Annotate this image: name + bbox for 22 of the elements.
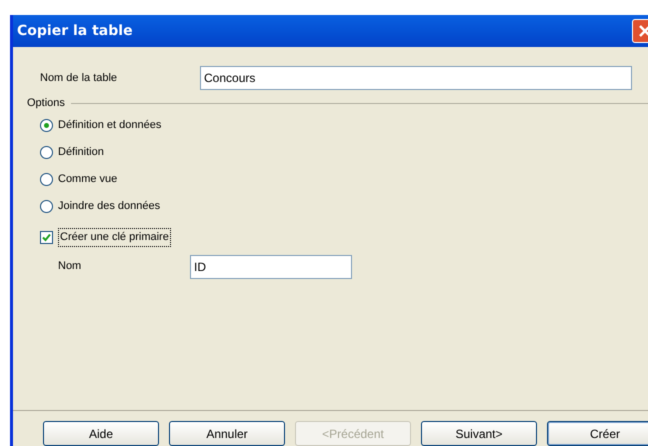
radio-label: Joindre des données: [58, 199, 160, 214]
radio-button[interactable]: [40, 173, 53, 186]
checkbox-label: Créer une clé primaire: [58, 228, 171, 247]
close-icon: [639, 25, 648, 37]
radio-button[interactable]: [40, 146, 53, 159]
radio-label: Comme vue: [58, 172, 118, 188]
radio-button[interactable]: [40, 119, 53, 132]
dialog-button[interactable]: Aide: [43, 421, 159, 446]
dialog-button[interactable]: Créer: [547, 421, 648, 446]
key-name-field[interactable]: ID: [190, 254, 352, 278]
radio-button[interactable]: [40, 200, 53, 213]
radio-label: Définition: [58, 145, 104, 160]
radio-label: Définition et données: [58, 118, 162, 134]
table-name-label: Nom de la table: [40, 70, 118, 86]
table-name-field[interactable]: Concours: [200, 66, 632, 90]
checkbox[interactable]: [40, 231, 53, 244]
window-title: Copier la table: [17, 22, 133, 40]
options-label: Options: [27, 96, 65, 111]
dialog-button[interactable]: Annuler: [169, 421, 285, 446]
key-name-label: Nom: [58, 259, 82, 274]
check-icon: [42, 233, 51, 242]
dialog-button[interactable]: Suivant>: [421, 421, 537, 446]
